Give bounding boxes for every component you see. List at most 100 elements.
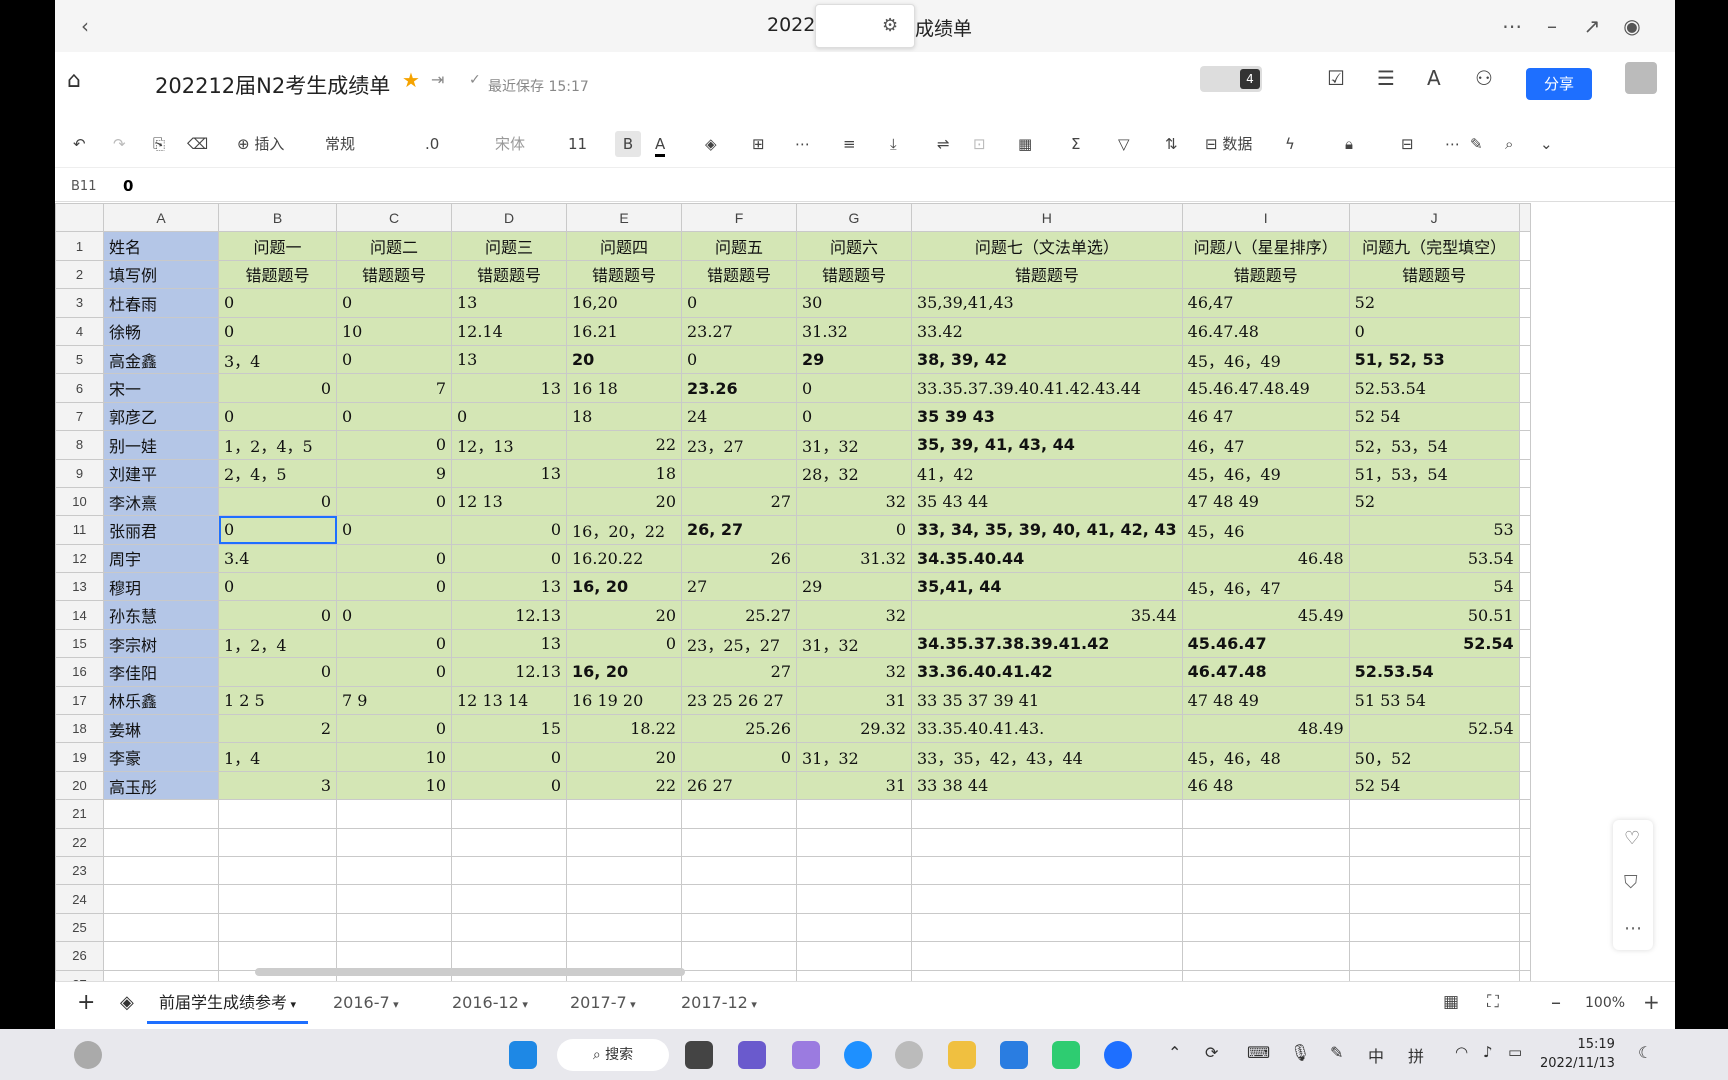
column-header[interactable]: C	[336, 203, 452, 233]
grid-cell[interactable]: 52.53.54	[1348, 373, 1520, 403]
grid-cell[interactable]: 0	[681, 742, 797, 772]
student-name-cell[interactable]: 刘建平	[103, 458, 219, 488]
student-name-cell[interactable]: 杜春雨	[103, 288, 219, 318]
grid-cell[interactable]	[911, 941, 1183, 971]
sheet-tab[interactable]: 2016-7 ▾	[321, 982, 411, 1024]
star-icon[interactable]: ★	[402, 68, 420, 92]
grid-cell[interactable]: 41，42	[911, 458, 1183, 488]
grid-cell[interactable]: 35, 39, 41, 43, 44	[911, 430, 1183, 460]
grid-cell[interactable]: 46 48	[1181, 770, 1350, 801]
student-name-cell[interactable]: 姓名	[103, 231, 219, 261]
grid-cell[interactable]: 45.46.47.48.49	[1181, 373, 1350, 403]
chevron-down-icon[interactable]: ▾	[748, 998, 757, 1011]
grid-cell[interactable]: 29	[796, 344, 912, 375]
grid-cell[interactable]	[1181, 799, 1350, 829]
student-name-cell[interactable]: 周宇	[103, 543, 219, 574]
grid-cell[interactable]	[1348, 799, 1520, 829]
grid-cell[interactable]	[796, 799, 912, 829]
taskview-icon[interactable]	[685, 1041, 713, 1069]
grid-cell[interactable]: 18	[566, 458, 682, 488]
align-icon[interactable]: ≡	[843, 134, 856, 154]
more-icon-2[interactable]: ⋯	[1445, 134, 1460, 154]
grid-cell[interactable]	[1518, 941, 1531, 971]
grid-cell[interactable]: 38, 39, 42	[911, 344, 1183, 375]
grid-cell[interactable]	[1518, 543, 1531, 574]
minimize-icon[interactable]: –	[1540, 14, 1564, 38]
title-popup[interactable]: ⚙	[815, 4, 915, 48]
select-all-corner[interactable]	[55, 203, 104, 233]
shirt-icon[interactable]: ⛉	[1624, 872, 1638, 893]
avatar[interactable]	[1625, 62, 1657, 94]
undo-icon[interactable]: ↶	[73, 134, 86, 154]
app-icon[interactable]	[895, 1041, 923, 1069]
grid-cell[interactable]: 0	[218, 515, 337, 545]
grid-cell[interactable]: 46.47.48	[1181, 657, 1350, 687]
grid-cell[interactable]: 52	[1348, 486, 1520, 517]
grid-cell[interactable]	[218, 884, 337, 914]
grid-cell[interactable]: 0	[218, 657, 337, 687]
grid-cell[interactable]: 53	[1348, 515, 1520, 545]
grid-cell[interactable]: 45，46，47	[1181, 572, 1350, 602]
sheet-tab[interactable]: 2016-12 ▾	[440, 982, 540, 1024]
grid-cell[interactable]: 0	[336, 401, 452, 432]
grid-cell[interactable]: 13	[451, 628, 567, 659]
grid-cell[interactable]: 16, 20	[566, 572, 682, 602]
grid-cell[interactable]: 0	[796, 401, 912, 432]
grid-cell[interactable]: 32	[796, 657, 912, 687]
student-name-cell[interactable]: 填写例	[103, 259, 219, 290]
grid-cell[interactable]	[336, 855, 452, 886]
grid-cell[interactable]: 22	[566, 770, 682, 801]
chevron-down-icon[interactable]: ▾	[390, 998, 399, 1011]
row-header[interactable]: 18	[55, 714, 104, 744]
grid-cell[interactable]: 16 19 20	[566, 685, 682, 716]
border-icon[interactable]: ⊞	[752, 134, 765, 154]
grid-cell[interactable]: 51，53，54	[1348, 458, 1520, 488]
grid-cell[interactable]	[451, 941, 567, 971]
grid-cell[interactable]: 7	[336, 373, 452, 403]
student-name-cell[interactable]: 别一娃	[103, 430, 219, 460]
grid-cell[interactable]	[103, 799, 219, 829]
grid-cell[interactable]: 20	[566, 742, 682, 772]
grid-cell[interactable]: 52 54	[1348, 770, 1520, 801]
grid-cell[interactable]	[1518, 344, 1531, 375]
taskbar-clock[interactable]: 15:19 2022/11/13	[1540, 1035, 1615, 1073]
grid-cell[interactable]	[911, 969, 1183, 981]
grid-cell[interactable]	[566, 855, 682, 886]
grid-cell[interactable]: 问题七（文法单选）	[911, 231, 1183, 261]
grid-cell[interactable]: 问题四	[566, 231, 682, 261]
grid-cell[interactable]: 问题六	[796, 231, 912, 261]
grid-cell[interactable]	[1518, 288, 1531, 318]
grid-cell[interactable]	[1518, 770, 1531, 801]
grid-cell[interactable]	[1518, 572, 1531, 602]
grid-cell[interactable]	[681, 799, 797, 829]
grid-cell[interactable]: 26 27	[681, 770, 797, 801]
grid-cell[interactable]: 31	[796, 770, 912, 801]
grid-cell[interactable]: 12.13	[451, 657, 567, 687]
grid-cell[interactable]: 46.48	[1181, 543, 1350, 574]
grid-cell[interactable]	[336, 884, 452, 914]
sheet-tab[interactable]: 前届学生成绩参考 ▾	[147, 982, 309, 1024]
grid-cell[interactable]: 10	[336, 316, 452, 346]
grid-cell[interactable]: 27	[681, 486, 797, 517]
merge-icon[interactable]: ⊡	[973, 134, 986, 154]
grid-cell[interactable]	[911, 799, 1183, 829]
flash-icon[interactable]: ϟ	[1285, 134, 1295, 154]
grid-cell[interactable]: 12.14	[451, 316, 567, 346]
grid-cell[interactable]: 12.13	[451, 600, 567, 630]
grid-cell[interactable]	[1518, 486, 1531, 517]
grid-cell[interactable]: 50，52	[1348, 742, 1520, 772]
grid-cell[interactable]	[1348, 827, 1520, 857]
user-settings-icon[interactable]: ⚇	[1475, 66, 1493, 90]
ime-mode[interactable]: 拼	[1408, 1043, 1424, 1067]
grid-cell[interactable]: 23，25，27	[681, 628, 797, 659]
grid-cell[interactable]: 25.26	[681, 714, 797, 744]
grid-cell[interactable]	[218, 827, 337, 857]
more-tools-icon[interactable]: ⋯	[795, 134, 810, 154]
grid-cell[interactable]: 13	[451, 572, 567, 602]
grid-cell[interactable]	[681, 855, 797, 886]
grid-cell[interactable]: 0	[681, 288, 797, 318]
row-header[interactable]: 7	[55, 401, 104, 432]
formula-input[interactable]: 0	[123, 177, 133, 195]
explorer-icon[interactable]	[948, 1041, 976, 1069]
layers-icon[interactable]: ◈	[120, 992, 134, 1013]
